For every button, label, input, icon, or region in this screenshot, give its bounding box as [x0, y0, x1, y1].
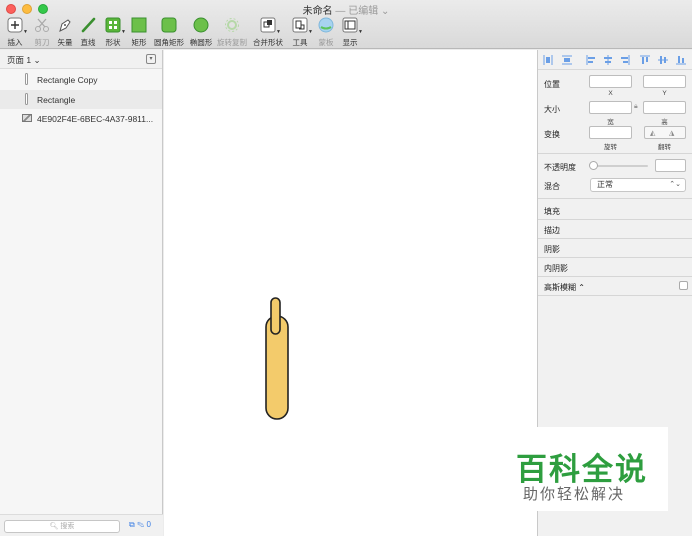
- width-field[interactable]: [589, 101, 632, 114]
- flip-label: 翻转: [658, 144, 671, 151]
- divider: [538, 295, 692, 296]
- rectangle-icon: [130, 17, 148, 35]
- y-label: Y: [662, 90, 667, 97]
- divider: [538, 276, 692, 277]
- opacity-slider-track[interactable]: [596, 165, 648, 167]
- lock-icon[interactable]: 🔒︎: [634, 103, 638, 111]
- view-button[interactable]: ▼ 显示: [330, 17, 370, 48]
- rotation-field[interactable]: [589, 126, 632, 139]
- page-selector[interactable]: 页面 1 ⌄: [7, 54, 41, 66]
- document-status[interactable]: — 已编辑 ⌄: [335, 6, 389, 17]
- rectangle-layer-icon: [25, 73, 28, 85]
- layer-search-input[interactable]: 🔍︎ 搜索: [4, 520, 120, 533]
- align-middle-icon[interactable]: [658, 55, 668, 65]
- inner-shadow-section[interactable]: 内阴影: [544, 263, 568, 274]
- y-field[interactable]: [643, 75, 686, 88]
- align-bottom-icon[interactable]: [676, 55, 686, 65]
- blend-mode-select[interactable]: 正常 ⌃⌄: [590, 178, 686, 192]
- border-section[interactable]: 描边: [544, 225, 560, 236]
- layer-item[interactable]: Rectangle: [0, 89, 162, 109]
- align-left-icon[interactable]: [586, 55, 596, 65]
- distribute-vertical-icon[interactable]: [562, 55, 572, 65]
- rotate-label: 旋转: [604, 144, 617, 151]
- rotate-copies-button[interactable]: 旋转复制: [212, 17, 252, 48]
- height-label: 高: [661, 119, 668, 126]
- rectangle-copy-shape[interactable]: [270, 297, 281, 335]
- sidebar-footer: 🔍︎ 搜索 ⧉ ✎ 0: [0, 514, 163, 536]
- search-icon: 🔍︎: [49, 523, 59, 530]
- layer-item[interactable]: 4E902F4E-6BEC-4A37-9811...: [0, 109, 162, 129]
- divider: [538, 153, 692, 154]
- copy-icon[interactable]: ⧉: [129, 520, 135, 529]
- divider: [538, 238, 692, 239]
- brush-icon[interactable]: ✎: [137, 520, 144, 529]
- align-center-icon[interactable]: [603, 55, 613, 65]
- opacity-label: 不透明度: [544, 163, 576, 172]
- watermark-subtitle: 助你轻松解决: [523, 485, 626, 503]
- width-label: 宽: [607, 119, 614, 126]
- divider: [538, 219, 692, 220]
- pages-header: 页面 1 ⌄ ▾: [0, 50, 162, 69]
- select-arrows-icon: ⌃⌄: [669, 181, 681, 188]
- export-count: 0: [146, 520, 151, 529]
- opacity-slider-knob[interactable]: [589, 161, 598, 170]
- distribute-horizontal-icon[interactable]: [543, 55, 553, 65]
- transform-label: 变换: [544, 130, 560, 139]
- gaussian-blur-section[interactable]: 高斯模糊 ⌃: [544, 282, 585, 293]
- canvas[interactable]: [164, 50, 537, 536]
- gaussian-blur-checkbox[interactable]: [679, 281, 688, 290]
- window-title: 未命名 — 已编辑 ⌄: [0, 2, 692, 17]
- opacity-field[interactable]: [655, 159, 686, 172]
- oval-icon: [192, 17, 210, 35]
- layer-item[interactable]: Rectangle Copy: [0, 70, 162, 90]
- position-label: 位置: [544, 80, 560, 89]
- blend-label: 混合: [544, 182, 560, 191]
- rounded-rectangle-icon: [160, 17, 178, 35]
- divider: [538, 257, 692, 258]
- align-right-icon[interactable]: [620, 55, 630, 65]
- view-icon: ▼: [341, 17, 363, 35]
- document-name: 未命名: [302, 6, 333, 17]
- layers-sidebar: 页面 1 ⌄ ▾ Rectangle Copy Rectangle 4E902F…: [0, 50, 163, 536]
- fill-section[interactable]: 填充: [544, 206, 560, 217]
- combine-shapes-icon: ▼: [259, 17, 281, 35]
- canvas-artwork: [265, 297, 289, 420]
- alignment-toolbar: [538, 50, 692, 70]
- footer-tools: ⧉ ✎ 0: [129, 520, 151, 530]
- flip-horizontal-icon[interactable]: ◭: [650, 128, 655, 139]
- watermark: 百科全说 助你轻松解决: [503, 427, 668, 511]
- rotate-copies-icon: [223, 17, 241, 35]
- size-label: 大小: [544, 105, 560, 114]
- x-label: X: [608, 90, 613, 97]
- height-field[interactable]: [643, 101, 686, 114]
- rectangle-layer-icon: [25, 92, 28, 105]
- divider: [538, 198, 692, 199]
- window-toolbar: 未命名 — 已编辑 ⌄ ▼ 插入 剪刀 矢量 直线 ▼ 形状 矩形 圆角矩形 椭…: [0, 0, 692, 49]
- flip-control: ◭ ◮: [644, 126, 686, 139]
- shadow-section[interactable]: 阴影: [544, 244, 560, 255]
- flip-vertical-icon[interactable]: ◮: [669, 128, 674, 139]
- x-field[interactable]: [589, 75, 632, 88]
- bitmap-layer-icon: [22, 114, 32, 122]
- align-top-icon[interactable]: [640, 55, 650, 65]
- collapse-pages-icon[interactable]: ▾: [146, 54, 156, 64]
